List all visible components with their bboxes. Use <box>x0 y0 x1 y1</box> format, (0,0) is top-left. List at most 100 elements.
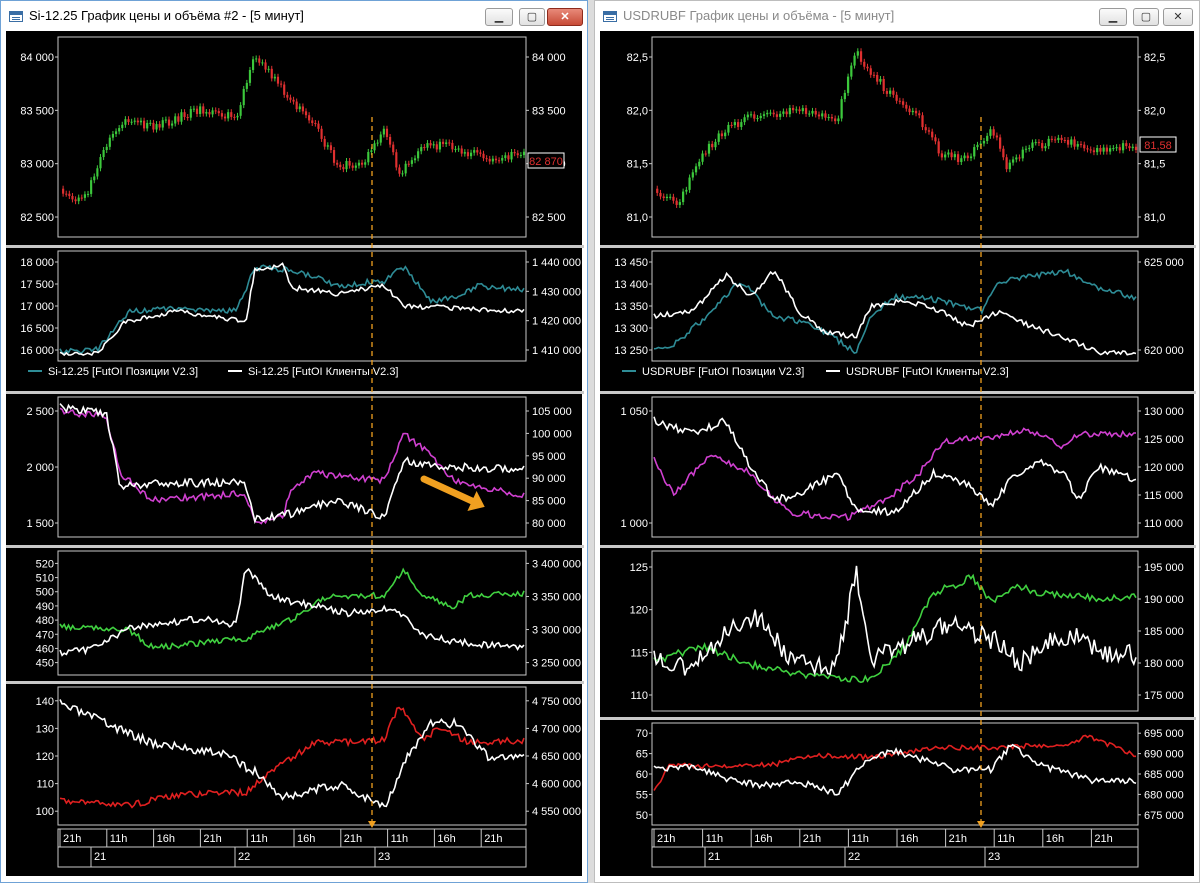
right-axis-tick: 4 750 000 <box>532 696 581 708</box>
maximize-button[interactable]: ▢ <box>1133 8 1159 26</box>
left-axis-tick: 460 <box>36 643 54 655</box>
right-axis-tick: 3 400 000 <box>532 558 581 570</box>
candle <box>1011 159 1015 163</box>
candle <box>451 142 454 150</box>
candle <box>504 155 507 159</box>
chart-canvas[interactable]: 82,5 82,0 81,5 81,0 82,5 82,0 81,5 81,0 13 450 13… <box>600 31 1196 878</box>
time-tick: 21h <box>949 833 967 845</box>
candle <box>685 189 688 192</box>
chart-canvas[interactable]: 84 00083 50083 00082 50084 00083 50083 0… <box>6 31 584 878</box>
candle <box>118 128 121 132</box>
candle <box>665 196 669 198</box>
candle <box>230 112 233 117</box>
left-axis-tick: 83 500 <box>20 105 54 117</box>
white-line <box>653 416 1137 517</box>
pane-separator[interactable] <box>600 245 1196 248</box>
window-usdrub[interactable]: USDRUBF График цены и объёма - [5 минут]… <box>594 0 1200 883</box>
candle <box>804 108 808 114</box>
candle <box>192 108 195 110</box>
candle <box>956 154 960 162</box>
candle <box>80 197 83 199</box>
candle <box>986 135 989 141</box>
right-axis-tick: 190 000 <box>1144 594 1184 606</box>
close-button[interactable]: ✕ <box>547 8 583 26</box>
candle <box>788 107 791 115</box>
chart-area[interactable]: 82,5 82,0 81,5 81,0 82,5 82,0 81,5 81,0 13 450 13… <box>600 31 1196 878</box>
candle <box>326 145 329 147</box>
candle <box>1050 138 1054 140</box>
candle <box>217 111 220 114</box>
right-axis-tick: 3 250 000 <box>532 658 581 670</box>
candle <box>223 116 227 119</box>
candle <box>779 113 782 117</box>
left-axis-tick: 130 <box>36 723 54 735</box>
candle <box>973 147 976 157</box>
candle <box>510 151 513 160</box>
right-axis-tick: 4 550 000 <box>532 806 581 818</box>
close-button[interactable]: ✕ <box>1163 8 1193 26</box>
pane-separator[interactable] <box>6 545 584 548</box>
left-axis-tick: 65 <box>636 749 648 761</box>
candle <box>130 121 133 123</box>
candle <box>174 116 177 124</box>
minimize-icon: ▁ <box>494 11 504 23</box>
candle <box>711 143 714 148</box>
date-tick: 22 <box>848 851 860 863</box>
legend-label: Si-12.25 [FutOI Клиенты V2.3] <box>248 366 399 378</box>
maximize-button[interactable]: ▢ <box>519 8 545 26</box>
time-tick: 11h <box>391 833 409 845</box>
candle <box>834 118 837 122</box>
candle <box>730 124 733 126</box>
candle <box>879 78 882 82</box>
candle <box>466 152 470 157</box>
pane-separator[interactable] <box>6 681 584 684</box>
pane-separator[interactable] <box>600 717 1196 720</box>
candle <box>516 153 519 156</box>
chart-area[interactable]: 84 00083 50083 00082 50084 00083 50083 0… <box>6 31 584 878</box>
candle <box>139 120 143 123</box>
candle <box>373 143 376 151</box>
candle <box>976 144 979 148</box>
candle <box>866 66 869 69</box>
candle <box>304 111 308 116</box>
left-axis-tick: 1 050 <box>620 406 648 418</box>
candle <box>1102 147 1105 152</box>
pane-separator[interactable] <box>6 391 584 394</box>
candle <box>1089 149 1092 151</box>
candle <box>454 148 457 150</box>
candle <box>186 116 189 118</box>
candle <box>1015 157 1018 160</box>
candle <box>485 158 488 160</box>
candle <box>364 162 367 165</box>
right-axis-tick: 185 000 <box>1144 626 1184 638</box>
candle <box>727 124 730 133</box>
white-line <box>59 699 525 809</box>
right-axis-tick: 690 000 <box>1144 749 1184 761</box>
window-si[interactable]: Si-12.25 График цены и объёма #2 - [5 ми… <box>0 0 588 883</box>
pane-separator[interactable] <box>6 245 584 248</box>
candle <box>901 101 905 105</box>
candle <box>448 142 451 144</box>
candle <box>662 196 665 198</box>
left-axis-tick: 110 <box>36 779 54 791</box>
title-bar[interactable]: USDRUBF График цены и объёма - [5 минут]… <box>595 1 1199 31</box>
right-axis-tick: 1 420 000 <box>532 316 581 328</box>
title-bar[interactable]: Si-12.25 График цены и объёма #2 - [5 ми… <box>1 1 587 31</box>
left-axis-tick: 13 400 <box>614 279 648 291</box>
candle <box>432 144 435 146</box>
left-axis-tick: 13 350 <box>614 301 648 313</box>
candle <box>276 76 280 84</box>
date-tick: 22 <box>238 851 250 863</box>
pane-frame <box>57 550 527 676</box>
pane-separator[interactable] <box>600 391 1196 394</box>
legend-label: Si-12.25 [FutOI Позиции V2.3] <box>48 366 198 378</box>
time-tick: 16h <box>437 833 455 845</box>
time-tick: 16h <box>297 833 315 845</box>
right-axis-tick: 3 300 000 <box>532 625 581 637</box>
time-tick: 11h <box>706 833 724 845</box>
minimize-button[interactable]: ▁ <box>1099 8 1127 26</box>
pane-separator[interactable] <box>600 545 1196 548</box>
candle <box>814 110 817 115</box>
minimize-button[interactable]: ▁ <box>485 8 513 26</box>
candle <box>180 112 183 122</box>
